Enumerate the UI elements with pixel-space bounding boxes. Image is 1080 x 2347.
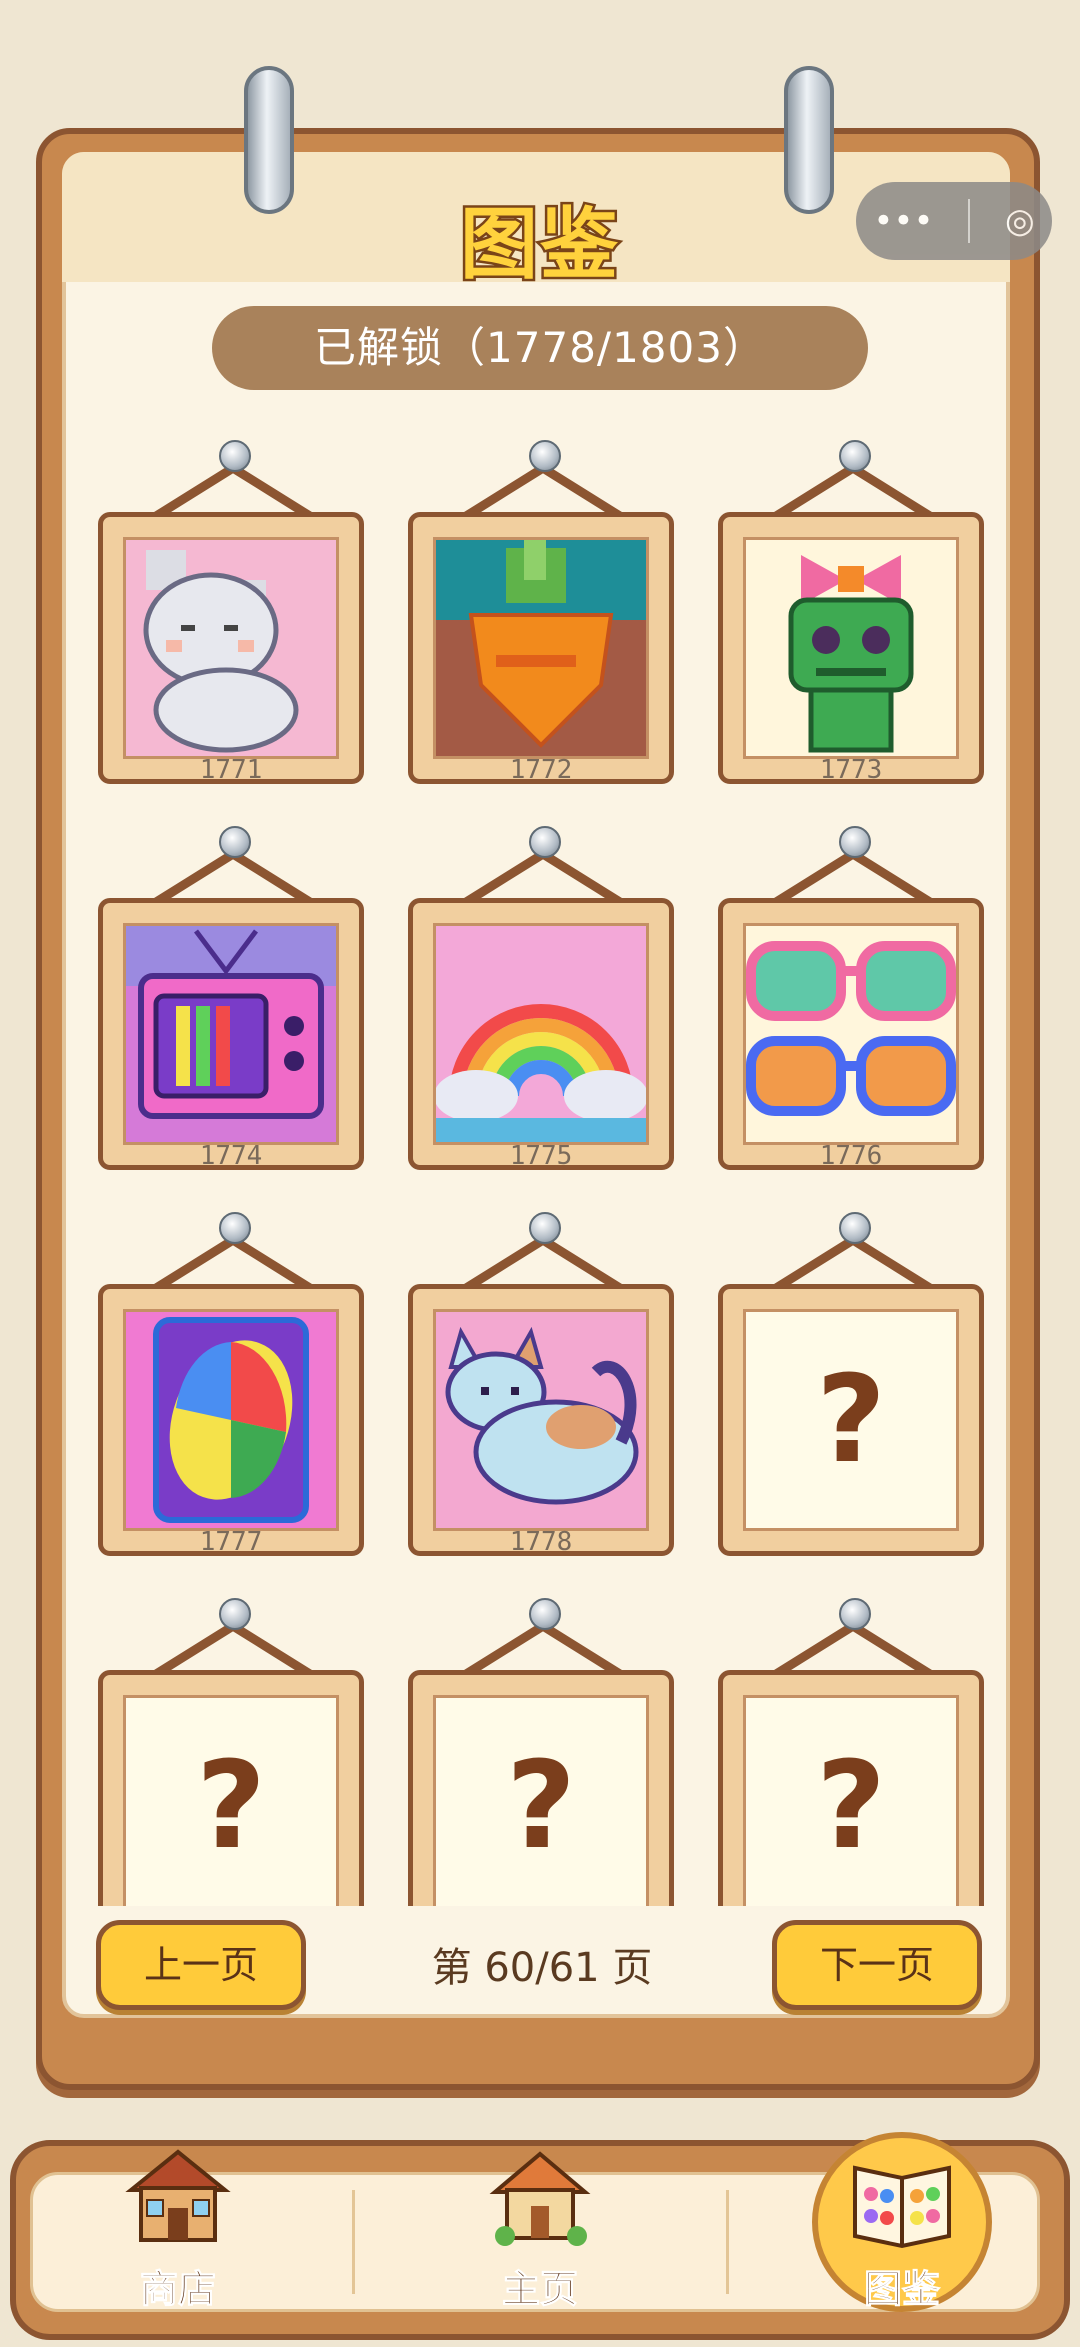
close-icon[interactable]: ◎ <box>1005 201 1035 241</box>
more-icon[interactable]: ••• <box>873 201 933 241</box>
picture-frame: ? <box>408 1670 674 1906</box>
picture-frame: 1772 <box>408 512 674 785</box>
gallery-item[interactable]: 1771 <box>98 440 368 785</box>
carrot-pixel-art <box>433 537 649 759</box>
mini-program-capsule: ••• ◎ <box>856 182 1052 260</box>
nail-icon <box>219 1598 251 1630</box>
unlock-progress-badge: 已解锁（1778/1803） <box>212 306 868 390</box>
gallery-item-locked[interactable]: ? <box>98 1598 368 1906</box>
picture-frame: ? <box>98 1670 364 1906</box>
gallery-grid: 1771 1772 1773 1774 1775 1776 1777 1778 … <box>62 420 1010 1906</box>
rainbow-pixel-art <box>433 923 649 1145</box>
gallery-item-locked[interactable]: ? <box>718 1598 988 1906</box>
item-number: 1772 <box>509 755 573 785</box>
picture-frame: ? <box>718 1670 984 1906</box>
home-house-icon <box>489 2151 591 2246</box>
item-number: 1777 <box>199 1527 263 1557</box>
item-number: 1775 <box>509 1141 573 1171</box>
page-indicator: 第 60/61 页 <box>431 1945 653 1991</box>
item-number: 1776 <box>819 1141 883 1171</box>
locked-canvas: ? <box>123 1695 339 1906</box>
picture-frame: 1775 <box>408 898 674 1171</box>
question-mark-icon: ? <box>816 1736 886 1876</box>
nail-icon <box>529 1212 561 1244</box>
picture-frame: 1773 <box>718 512 984 785</box>
nail-icon <box>839 440 871 472</box>
calico-cat-pixel-art <box>433 1309 649 1531</box>
picture-frame: 1778 <box>408 1284 674 1557</box>
nail-icon <box>219 440 251 472</box>
prev-page-button[interactable]: 上一页 <box>96 1920 306 2010</box>
picture-frame: ? <box>718 1284 984 1556</box>
nail-icon <box>529 826 561 858</box>
gallery-item[interactable]: 1778 <box>408 1212 678 1557</box>
tab-divider <box>726 2190 729 2294</box>
tab-divider <box>352 2190 355 2294</box>
nail-icon <box>839 1598 871 1630</box>
gallery-item[interactable]: 1775 <box>408 826 678 1171</box>
picture-frame: 1777 <box>98 1284 364 1557</box>
item-number: 1778 <box>509 1527 573 1557</box>
tab-label: 主页 <box>501 2267 578 2312</box>
gallery-item-locked[interactable]: ? <box>718 1212 988 1556</box>
green-voodoo-doll-pixel-art <box>743 537 959 759</box>
nail-icon <box>839 1212 871 1244</box>
tab-home[interactable]: 主页 <box>440 2140 640 2340</box>
locked-canvas: ? <box>743 1695 959 1906</box>
nail-icon <box>839 826 871 858</box>
locked-canvas: ? <box>743 1309 959 1531</box>
locked-canvas: ? <box>433 1695 649 1906</box>
picture-frame: 1776 <box>718 898 984 1171</box>
retro-tv-pixel-art <box>123 923 339 1145</box>
card-pixel-art <box>123 1309 339 1531</box>
item-number: 1773 <box>819 755 883 785</box>
sunglasses-pixel-art <box>743 923 959 1145</box>
next-page-button[interactable]: 下一页 <box>772 1920 982 2010</box>
gallery-item[interactable]: 1773 <box>718 440 988 785</box>
binder-ring-right <box>784 66 834 214</box>
gallery-book-icon <box>853 2165 951 2249</box>
question-mark-icon: ? <box>506 1736 576 1876</box>
nail-icon <box>529 1598 561 1630</box>
nail-icon <box>219 1212 251 1244</box>
question-mark-icon: ? <box>196 1736 266 1876</box>
gallery-item-locked[interactable]: ? <box>408 1598 678 1906</box>
page-title: 图鉴 <box>457 198 620 293</box>
item-number: 1771 <box>199 755 263 785</box>
shop-house-icon <box>125 2149 231 2242</box>
capsule-divider <box>968 199 971 243</box>
item-number: 1774 <box>199 1141 263 1171</box>
pagination-bar: 上一页 第 60/61 页 下一页 <box>62 1908 1010 2018</box>
picture-frame: 1774 <box>98 898 364 1171</box>
tab-label: 图鉴 <box>863 2267 940 2312</box>
gallery-item[interactable]: 1777 <box>98 1212 368 1557</box>
tab-label: 商店 <box>139 2267 216 2312</box>
tab-shop[interactable]: 商店 <box>78 2140 278 2340</box>
gallery-item[interactable]: 1776 <box>718 826 988 1171</box>
nail-icon <box>529 440 561 472</box>
binder-ring-left <box>244 66 294 214</box>
gallery-item[interactable]: 1772 <box>408 440 678 785</box>
white-cat-pixel-art <box>123 537 339 759</box>
nail-icon <box>219 826 251 858</box>
question-mark-icon: ? <box>816 1350 886 1490</box>
picture-frame: 1771 <box>98 512 364 785</box>
gallery-item[interactable]: 1774 <box>98 826 368 1171</box>
tab-gallery[interactable]: 图鉴 <box>802 2140 1002 2340</box>
